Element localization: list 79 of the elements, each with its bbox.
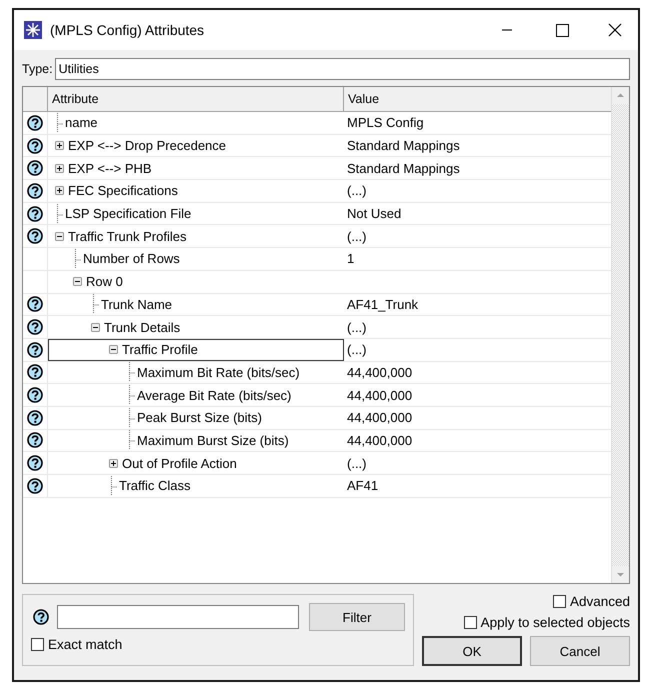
help-icon[interactable] [27, 114, 43, 131]
dialog-button[interactable]: Cancel [530, 636, 630, 666]
collapse-icon[interactable] [55, 232, 64, 241]
tree-connector [127, 385, 136, 406]
value-text: 44,400,000 [347, 432, 412, 448]
value-text: (...) [347, 320, 366, 335]
value-text: AF41 [347, 478, 378, 494]
help-icon[interactable] [27, 432, 43, 448]
window-title: (MPLS Config) Attributes [50, 22, 204, 38]
column-header[interactable]: Attribute [48, 87, 344, 111]
tree-connector [55, 112, 64, 133]
tree-item[interactable]: Row 0 [48, 270, 344, 292]
help-icon[interactable] [27, 138, 43, 154]
help-icon[interactable] [27, 410, 43, 426]
help-icon[interactable] [27, 319, 43, 336]
tree-connector [55, 204, 64, 224]
tree-item[interactable]: Maximum Bit Rate (bits/sec) [48, 362, 344, 384]
tree-item[interactable]: Peak Burst Size (bits) [48, 406, 344, 429]
value-text: (...) [347, 228, 366, 244]
expand-icon[interactable] [55, 141, 64, 150]
help-icon[interactable] [27, 160, 43, 176]
value-text: Standard Mappings [347, 160, 460, 176]
help-icon[interactable] [27, 182, 43, 199]
tree-connector [127, 430, 136, 450]
help-icon[interactable] [27, 478, 43, 494]
expand-icon[interactable] [55, 164, 64, 173]
tree-item[interactable]: Average Bit Rate (bits/sec) [48, 384, 344, 406]
collapse-icon[interactable] [109, 345, 118, 354]
exact-match-checkbox[interactable]: Exact match [31, 637, 405, 652]
collapse-icon[interactable] [91, 322, 100, 332]
tree-item[interactable]: Traffic Profile [48, 338, 344, 361]
tree-connector [91, 294, 100, 314]
help-icon[interactable] [27, 455, 43, 472]
advanced-checkbox[interactable]: Advanced [552, 594, 630, 609]
value-text: Not Used [347, 206, 402, 222]
tree-item[interactable]: EXP <--> PHB [48, 157, 344, 180]
help-icon[interactable] [27, 228, 43, 244]
tree-connector [109, 476, 118, 496]
star-icon [24, 21, 42, 39]
help-icon[interactable] [27, 342, 43, 358]
tree-connector [73, 248, 82, 269]
help-icon[interactable] [27, 364, 43, 380]
expand-icon[interactable] [109, 458, 118, 468]
tree-item[interactable]: Traffic Class [48, 475, 344, 497]
value-text: MPLS Config [347, 115, 424, 130]
value-text: 44,400,000 [347, 410, 412, 426]
type-label: Type: [22, 62, 53, 76]
value-text: (...) [347, 456, 366, 471]
value-text: AF41_Trunk [347, 296, 418, 312]
tree-item[interactable]: LSP Specification File [48, 202, 344, 224]
tree-connector [127, 362, 136, 382]
tree-item[interactable]: Number of Rows [48, 248, 344, 270]
tree-item[interactable]: Trunk Name [48, 294, 344, 316]
value-text: 44,400,000 [347, 364, 412, 380]
dialog-button[interactable]: OK [422, 636, 522, 666]
filter-field[interactable] [57, 605, 299, 629]
help-icon[interactable] [27, 206, 43, 222]
help-icon[interactable] [27, 296, 43, 312]
tree-item[interactable]: FEC Specifications [48, 180, 344, 202]
value-text: 44,400,000 [347, 388, 412, 403]
tree-item[interactable]: name [48, 112, 344, 134]
type-field[interactable]: Utilities [54, 58, 630, 80]
column-header[interactable]: Value [344, 87, 611, 111]
expand-icon[interactable] [55, 186, 64, 196]
apply-checkbox[interactable]: Apply to selected objects [464, 615, 630, 630]
tree-item[interactable]: Traffic Trunk Profiles [48, 225, 344, 248]
tree-item[interactable]: EXP <--> Drop Precedence [48, 134, 344, 156]
collapse-icon[interactable] [73, 277, 82, 286]
tree-item[interactable]: Maximum Burst Size (bits) [48, 430, 344, 452]
filter-button[interactable]: Filter [309, 603, 405, 631]
help-icon[interactable] [27, 387, 43, 404]
tree-item[interactable]: Trunk Details [48, 316, 344, 338]
value-text: (...) [347, 342, 366, 358]
tree-connector [127, 408, 136, 428]
value-text: (...) [347, 183, 366, 198]
value-text: 1 [347, 251, 354, 266]
help-icon[interactable] [33, 609, 49, 625]
value-text: Standard Mappings [347, 138, 460, 154]
tree-item[interactable]: Out of Profile Action [48, 452, 344, 474]
